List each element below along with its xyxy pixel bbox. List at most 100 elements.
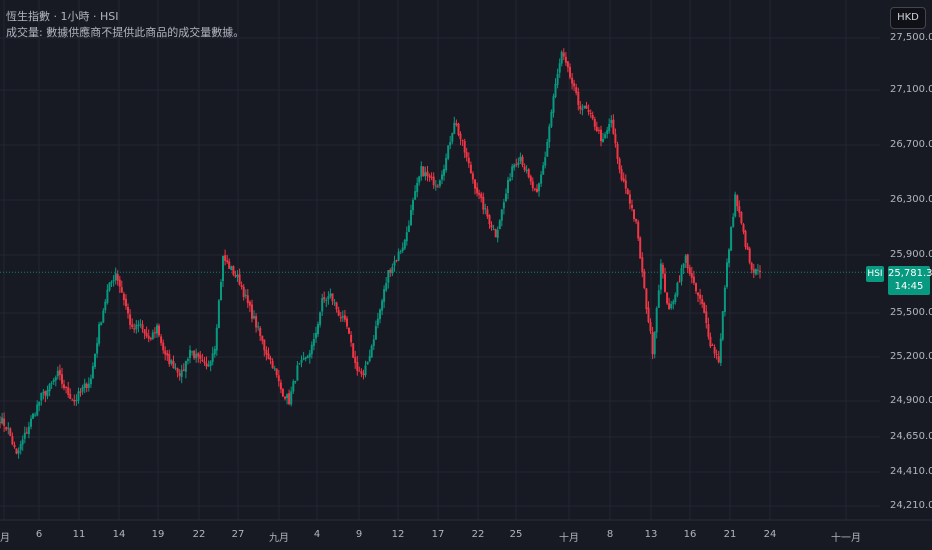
candle-down [147,335,150,339]
candle-up [447,145,450,159]
candle-down [331,293,334,302]
candle-up [546,142,549,157]
candle-up [186,359,189,361]
candle-up [424,172,427,177]
candle-down [494,229,497,238]
candle-up [170,359,173,364]
price-tick-label: 24,410.00 [890,466,932,477]
symbol-name[interactable]: 恆生指數 [6,10,50,23]
candle-up [77,391,80,401]
candle-down [259,327,262,336]
candle-down [166,353,169,356]
candle-up [434,185,437,187]
candle-down [269,358,272,360]
candle-down [11,436,14,445]
price-tick-label: 24,210.00 [890,500,932,511]
price-tick-label: 26,300.00 [890,194,932,205]
candle-up [379,309,381,320]
candle-up [257,326,260,328]
time-tick-label: 22 [192,529,206,540]
candle-down [476,187,479,194]
candle-down [13,444,16,448]
candle-up [32,413,34,419]
candle-up [655,308,658,333]
candle-up [509,178,512,181]
price-chart[interactable] [0,0,932,550]
candle-down [164,350,167,355]
candle-up [110,281,113,283]
candle-up [341,316,344,318]
candle-up [304,357,307,359]
candle-up [137,325,140,326]
candle-up [94,354,96,367]
candle-down [488,215,491,225]
candle-up [507,180,509,193]
candle-down [69,393,72,399]
candle-down [748,248,751,263]
candle-up [502,202,505,209]
candle-down [360,371,363,374]
candle-down [692,276,695,283]
currency-button[interactable]: HKD [890,7,926,29]
candle-down [3,418,6,426]
chart-grid [0,0,880,520]
candle-up [381,300,384,311]
candle-down [579,105,582,109]
candle-up [659,263,662,290]
candle-down [591,115,594,119]
candle-up [151,332,154,340]
candle-up [556,73,559,85]
candle-up [401,247,404,251]
candle-down [566,61,569,68]
candle-up [525,170,528,171]
candle-down [63,384,65,389]
candle-up [403,239,406,249]
candle-down [571,77,574,84]
candle-up [114,273,117,280]
time-tick-label: 9 [355,529,363,540]
candle-up [139,323,142,325]
candle-up [418,176,421,183]
candle-up [498,220,501,229]
candle-down [281,388,284,397]
candle-up [290,391,293,405]
interval-label[interactable]: 1小時 [61,10,90,23]
candle-up [385,283,388,291]
candle-up [657,290,660,308]
candle-up [723,287,726,312]
candle-up [443,169,445,176]
candle-up [416,182,419,193]
candle-up [112,280,115,282]
candle-down [531,181,534,189]
candle-down [626,189,629,194]
candle-up [370,345,373,358]
candle-up [505,193,507,201]
candle-up [40,392,43,401]
candle-down [713,347,716,354]
last-price-label: 25,781.39 14:45 [888,266,932,295]
candle-up [441,174,443,180]
candle-down [521,156,524,166]
candle-up [89,378,92,385]
candle-down [263,339,266,351]
candle-down [127,307,129,314]
candle-down [203,361,206,363]
time-tick-label: 14 [112,529,126,540]
legend-separator: · [93,10,100,23]
candle-up [17,450,20,454]
candle-down [234,275,237,277]
candle-down [471,173,474,180]
candle-down [238,274,241,285]
candle-down [597,129,600,131]
candle-down [593,119,596,127]
candle-down [569,66,571,78]
candle-down [232,266,235,275]
candle-down [199,355,202,359]
candle-down [624,180,627,189]
candle-up [50,382,53,384]
candle-up [670,304,673,308]
candle-down [664,273,666,292]
candle-up [23,432,26,439]
candle-up [36,404,39,416]
candle-up [451,132,454,142]
